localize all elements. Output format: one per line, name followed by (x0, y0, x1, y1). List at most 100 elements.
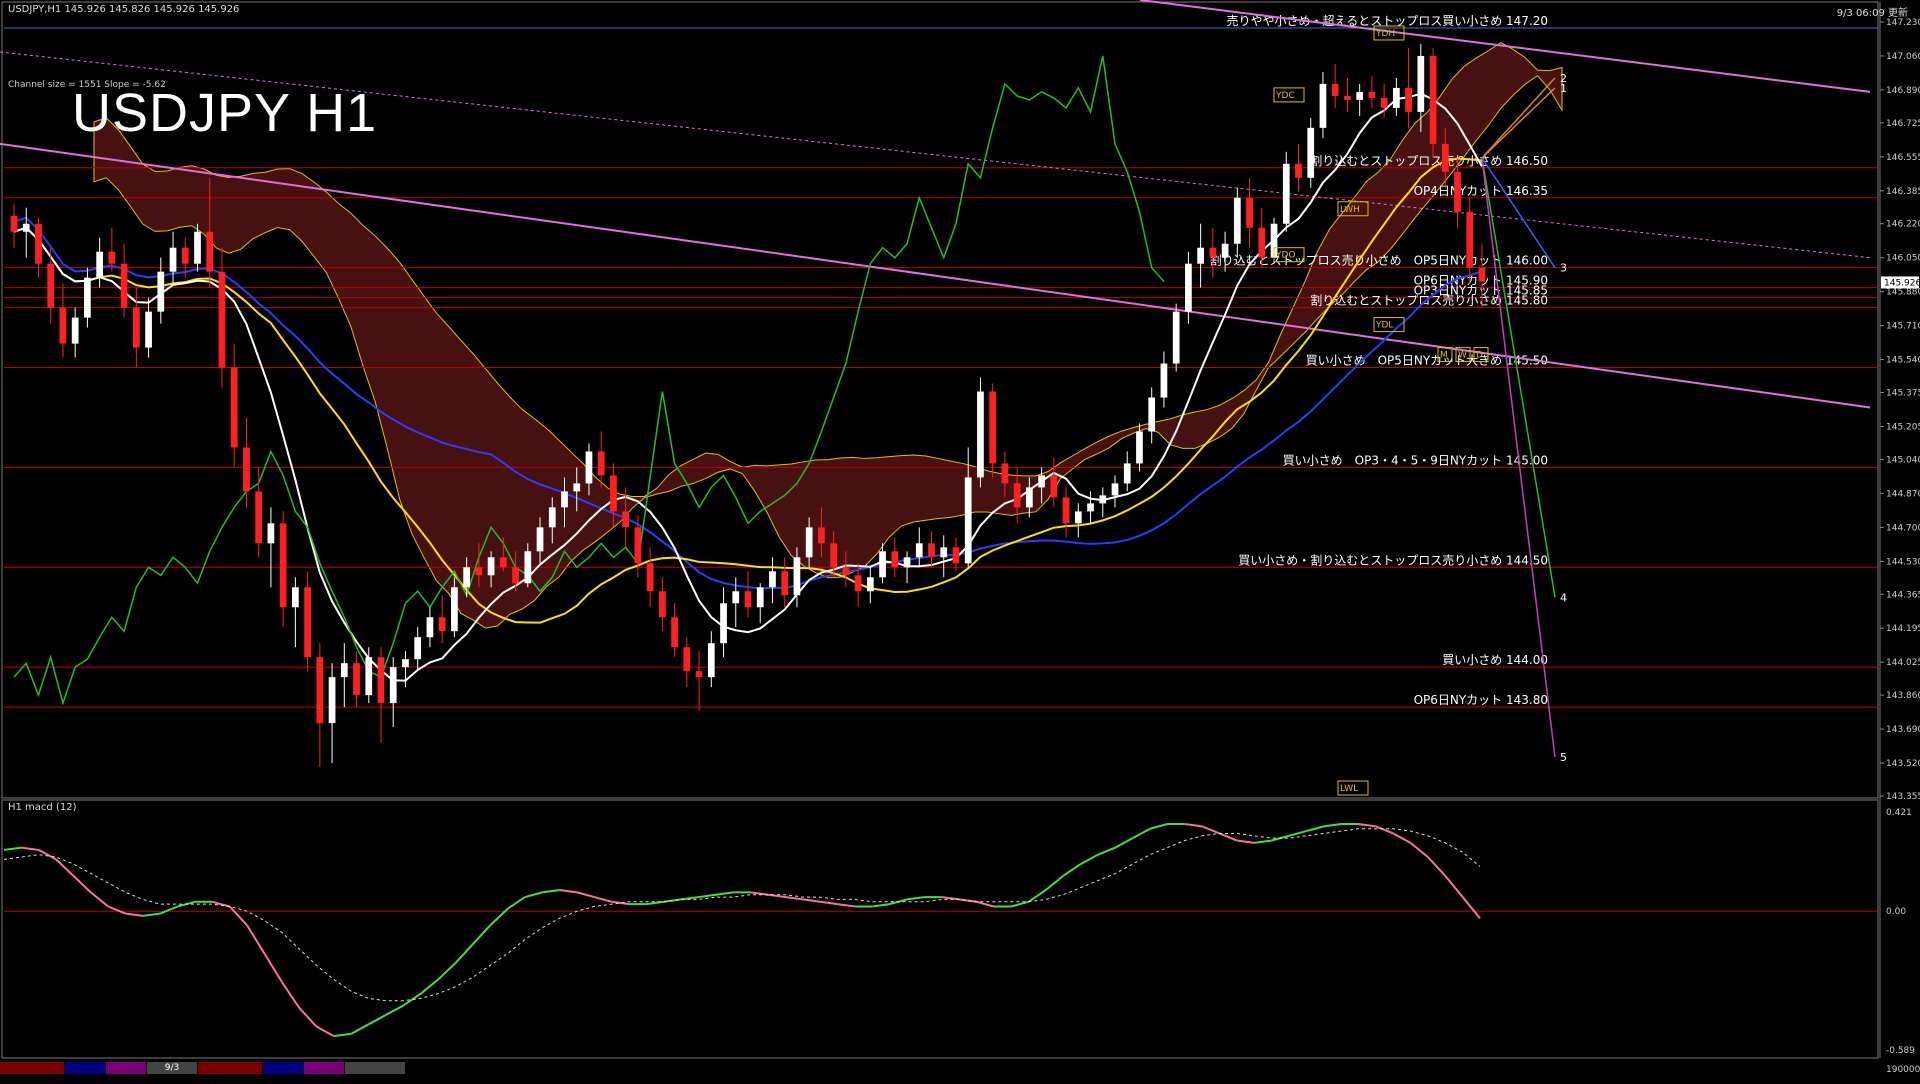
candle-body (1026, 487, 1033, 508)
candle-body (707, 643, 715, 678)
candle-body (10, 215, 18, 232)
candle-body (132, 307, 140, 348)
macd-segment (767, 893, 786, 899)
macd-segment (958, 898, 977, 903)
macd-segment (872, 903, 890, 908)
candle-body (940, 547, 948, 558)
price-tick-label: 144.025 (1886, 658, 1920, 668)
macd-segment (90, 891, 109, 908)
candle-body (340, 663, 348, 678)
wave-label: 3 (1560, 262, 1567, 275)
candle-body (1136, 431, 1143, 464)
price-tick-label: 143.520 (1886, 759, 1920, 769)
candle-body (842, 567, 850, 576)
channel-info: Channel size = 1551 Slope = -5.62 (8, 80, 166, 90)
candle-body (84, 277, 91, 318)
candle-body (854, 575, 862, 592)
tag-label: M (1440, 351, 1448, 361)
candle-body (1466, 211, 1474, 268)
candle-body (120, 263, 128, 308)
candle-body (402, 659, 409, 668)
candle-body (47, 263, 55, 308)
macd-segment (1254, 839, 1272, 844)
candle-body (524, 551, 532, 584)
macd-segment (21, 846, 39, 851)
price-tick-label: 146.725 (1886, 119, 1920, 129)
candle-body (1160, 363, 1168, 398)
macd-segment (1184, 823, 1203, 828)
macd-segment (437, 962, 457, 981)
price-tick-label: 145.710 (1886, 322, 1920, 332)
candle-body (389, 667, 397, 704)
period-tab[interactable] (263, 1062, 303, 1074)
macd-segment (1444, 875, 1464, 898)
macd-segment (420, 978, 439, 995)
candle-body (71, 317, 79, 344)
price-chart[interactable]: 147.230 147.060 146.890 146.725 146.555 146.3… (0, 0, 1920, 1080)
period-tab[interactable] (106, 1062, 146, 1074)
macd-segment (385, 1004, 404, 1016)
candle-body (928, 543, 935, 558)
candle-body (353, 663, 360, 696)
candle-body (793, 557, 801, 596)
period-tab[interactable] (65, 1062, 105, 1074)
macd-segment (837, 903, 856, 908)
current-price-label: 145.926 (1884, 278, 1920, 288)
candle-body (414, 637, 422, 660)
macd-segment (55, 858, 75, 877)
candle-body (194, 231, 201, 264)
candle-body (1319, 83, 1327, 128)
period-tab[interactable] (0, 1062, 64, 1074)
candle-body (169, 247, 177, 272)
candle-body (377, 657, 385, 704)
price-tick-label: 145.205 (1886, 422, 1920, 432)
candle-body (1197, 247, 1204, 264)
candle-body (720, 603, 727, 644)
candle-body (744, 591, 752, 608)
macd-segment (715, 891, 734, 896)
macd-segment (611, 900, 630, 906)
period-tab[interactable] (304, 1062, 344, 1074)
candle-body (1405, 87, 1412, 112)
macd-segment (72, 875, 92, 894)
macd-tick-label: 0.00 (1886, 907, 1906, 917)
candle-body (157, 271, 165, 312)
price-tick-label: 145.540 (1886, 356, 1920, 366)
candle-body (769, 571, 776, 588)
macd-segment (1062, 863, 1082, 877)
period-tab[interactable] (345, 1062, 405, 1074)
macd-pane-frame (1, 799, 1879, 1059)
wave-label: 5 (1560, 751, 1567, 764)
candle-body (646, 563, 654, 592)
macd-segment (646, 900, 664, 906)
level-label: 買い小さめ・割り込むとストップロス売り小さめ 144.50 (1238, 552, 1548, 567)
level-label: 買い小さめ OP3・4・5・9日NYカット 145.00 (1283, 453, 1548, 467)
candle-body (365, 657, 373, 696)
candle-body (671, 617, 678, 648)
macd-segment (698, 893, 717, 899)
candle-body (255, 491, 263, 544)
macd-segment (1288, 830, 1307, 837)
symbol-header: USDJPY,H1 145.926 145.826 145.926 145.92… (8, 4, 240, 15)
candle-body (573, 483, 581, 492)
price-tick-label: 144.870 (1886, 489, 1920, 499)
candle-body (426, 617, 434, 638)
macd-segment (524, 891, 543, 899)
candle-body (59, 307, 67, 344)
candle-body (903, 557, 911, 568)
candle-body (1038, 475, 1045, 488)
macd-segment (1461, 896, 1481, 919)
macd-segment (1427, 856, 1447, 877)
period-tab-date[interactable]: 9/3 (147, 1062, 197, 1074)
wave-label: 2 (1560, 72, 1567, 85)
candle-body (548, 507, 556, 528)
macd-segment (1392, 832, 1412, 844)
candle-body (1001, 463, 1009, 484)
period-tab[interactable] (198, 1062, 262, 1074)
tag-label: D (1476, 351, 1483, 361)
price-tick-label: 145.375 (1886, 389, 1920, 399)
candle-body (1013, 483, 1021, 508)
macd-segment (1236, 839, 1255, 844)
macd-segment (333, 1032, 352, 1038)
level-label: OP6日NYカット 143.80 (1414, 693, 1548, 707)
